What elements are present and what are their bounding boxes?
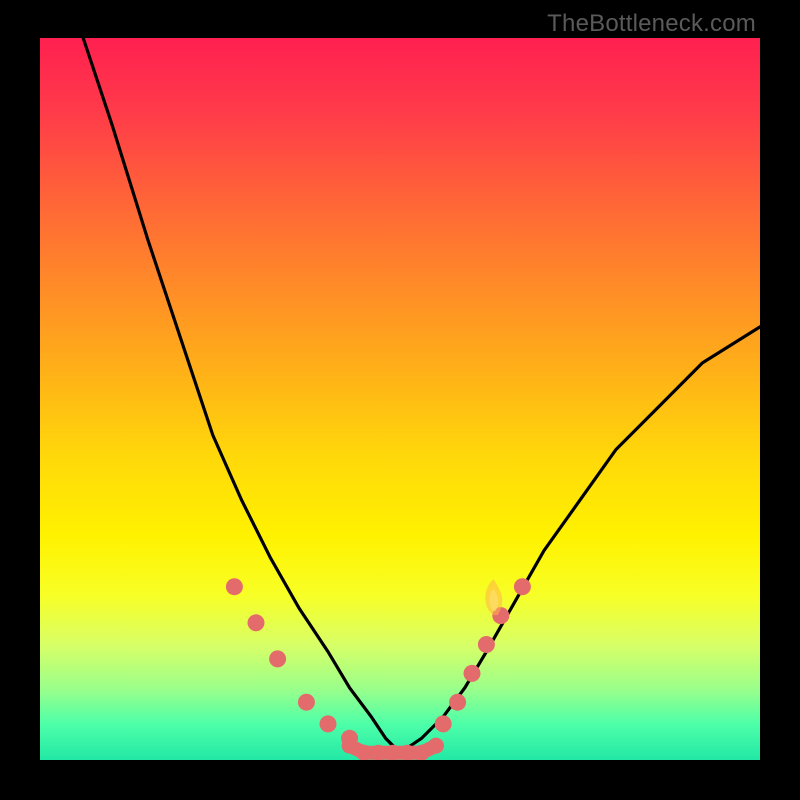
data-marker: [464, 665, 481, 682]
data-marker: [226, 578, 243, 595]
left-curve: [83, 38, 400, 753]
data-marker: [514, 578, 531, 595]
data-marker: [320, 715, 337, 732]
flame-icon: [485, 579, 502, 615]
right-curve: [400, 327, 760, 753]
markers-left: [226, 578, 358, 747]
data-marker: [428, 738, 444, 754]
data-marker: [478, 636, 495, 653]
data-marker: [435, 715, 452, 732]
data-marker: [298, 694, 315, 711]
data-marker: [449, 694, 466, 711]
outer-frame: TheBottleneck.com: [0, 0, 800, 800]
chart-svg: [40, 38, 760, 760]
data-marker: [269, 650, 286, 667]
data-marker: [342, 738, 358, 754]
data-marker: [248, 614, 265, 631]
plot-area: [40, 38, 760, 760]
watermark-text: TheBottleneck.com: [547, 10, 756, 38]
